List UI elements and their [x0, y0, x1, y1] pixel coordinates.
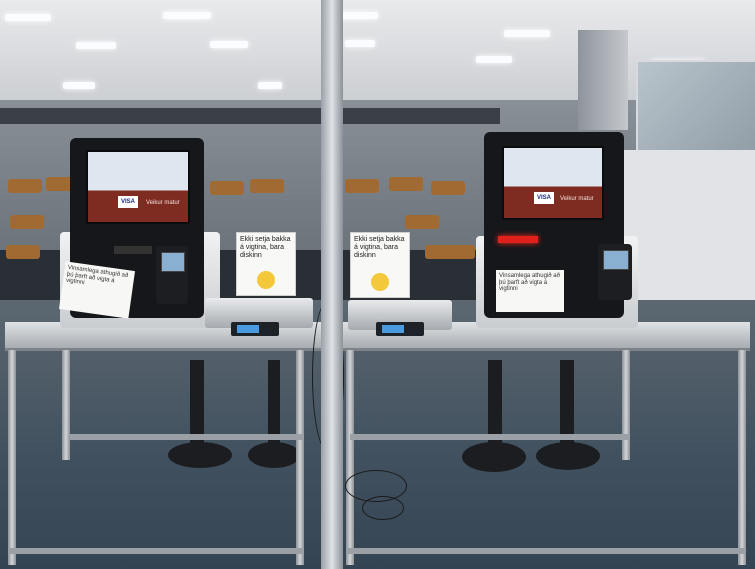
- photo-scene: VISA Veikur matur Vinsamlega athugið að …: [0, 0, 755, 569]
- table-leg: [346, 350, 354, 565]
- table-leg: [62, 350, 70, 460]
- steel-pillar: [578, 30, 628, 130]
- note-left: Vinsamlega athugið að þú þarft að vigta …: [59, 261, 135, 319]
- cable: [362, 496, 404, 520]
- table-crossbar: [8, 548, 304, 554]
- stool-base: [462, 442, 526, 472]
- chair: [8, 179, 42, 193]
- curtain-band: [0, 108, 500, 124]
- ceiling-light: [210, 41, 248, 48]
- table-leg: [296, 350, 304, 565]
- screen-label: Veikur matur: [146, 200, 180, 206]
- kiosk-right-screen[interactable]: VISA Veikur matur: [502, 146, 604, 220]
- sign-text: Ekki setja bakka á vigtina, bara diskinn: [354, 236, 405, 260]
- chair: [250, 179, 284, 193]
- tiled-wall: [624, 150, 755, 320]
- card-reader-light[interactable]: [498, 236, 538, 243]
- stool-post: [560, 360, 574, 444]
- scale-readout: [237, 325, 259, 333]
- glass-window: [636, 60, 755, 164]
- card-terminal-right[interactable]: [598, 244, 632, 300]
- visa-logo: VISA: [534, 192, 554, 204]
- stool-base: [248, 442, 300, 468]
- scale-display: [231, 322, 279, 336]
- weighing-scale-left[interactable]: [205, 298, 313, 336]
- table-crossbar: [70, 434, 304, 440]
- table-crossbar: [346, 548, 746, 554]
- stool-post: [268, 360, 280, 444]
- ceiling-light: [338, 12, 378, 19]
- table-leg: [8, 350, 16, 565]
- terminal-screen: [603, 250, 629, 270]
- table-leg: [622, 350, 630, 460]
- center-pole: [321, 0, 343, 569]
- scale-display: [376, 322, 424, 336]
- sign-right: Ekki setja bakka á vigtina, bara diskinn: [350, 232, 410, 298]
- kiosk-left-screen[interactable]: VISA Veikur matur: [86, 150, 190, 224]
- card-terminal-left[interactable]: [156, 246, 188, 304]
- stool-base: [168, 442, 232, 468]
- ceiling-light: [258, 82, 282, 89]
- visa-logo: VISA: [118, 196, 138, 208]
- stool-post: [190, 360, 204, 444]
- ceiling-light: [476, 56, 512, 63]
- stool-base: [536, 442, 600, 470]
- sign-left: Ekki setja bakka á vigtina, bara diskinn: [236, 232, 296, 296]
- chair: [210, 181, 244, 195]
- ceiling-light: [504, 30, 550, 37]
- weighing-scale-right[interactable]: [348, 300, 452, 336]
- chair: [431, 181, 465, 195]
- scale-readout: [382, 325, 404, 333]
- ceiling-light: [76, 42, 116, 49]
- chair: [389, 177, 423, 191]
- table-crossbar: [350, 434, 630, 440]
- smiley-icon: [371, 273, 389, 291]
- chair: [6, 245, 40, 259]
- ceiling-light: [345, 40, 375, 47]
- ceiling-light: [63, 82, 95, 89]
- chair: [10, 215, 44, 229]
- ceiling-light: [163, 12, 211, 19]
- chair: [345, 179, 379, 193]
- card-slot[interactable]: [114, 246, 152, 254]
- sign-text: Ekki setja bakka á vigtina, bara diskinn: [240, 236, 291, 260]
- stool-post: [488, 360, 502, 444]
- smiley-icon: [257, 271, 275, 289]
- note-right: Vinsamlega athugið að þú þarft að vigta …: [496, 270, 564, 312]
- table-leg: [738, 350, 746, 565]
- chair: [405, 215, 439, 229]
- ceiling-light: [5, 14, 51, 21]
- terminal-screen: [161, 252, 185, 272]
- chair: [425, 245, 475, 259]
- screen-label: Veikur matur: [560, 196, 594, 202]
